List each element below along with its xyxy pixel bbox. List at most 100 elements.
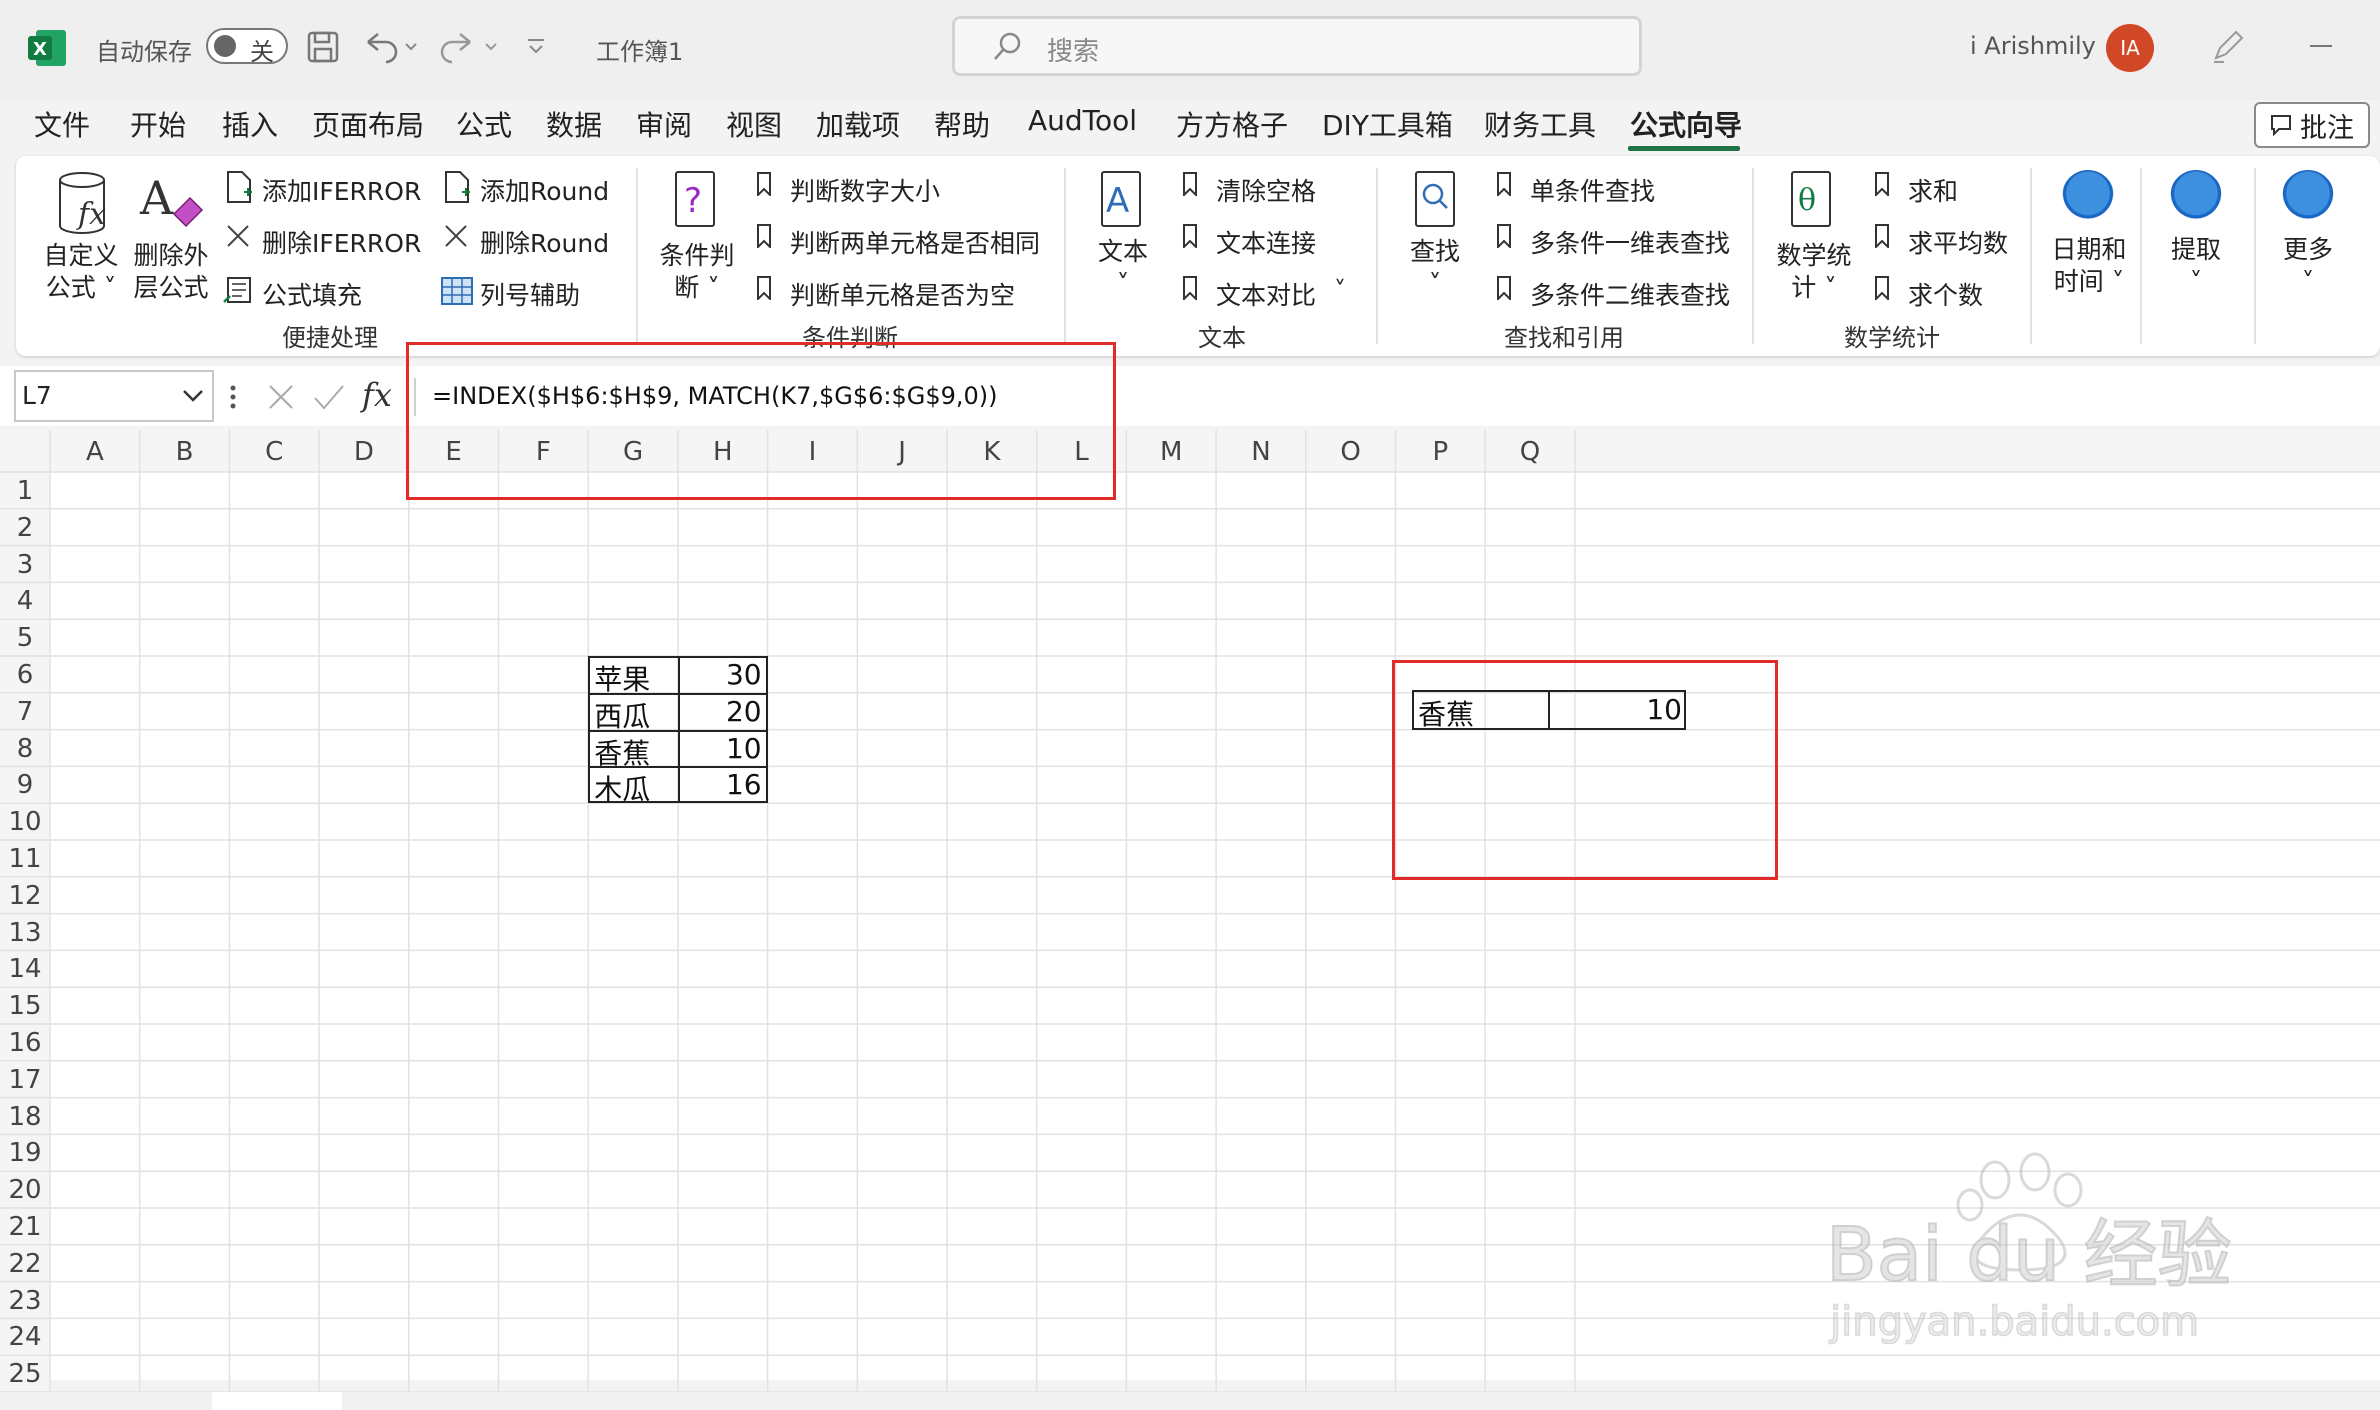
chevron-down-icon[interactable]: ˅: [1334, 276, 1346, 304]
row-header-2[interactable]: 2: [0, 513, 50, 543]
tab-audtool[interactable]: AudTool: [1028, 104, 1137, 137]
tab-file[interactable]: 文件: [34, 104, 90, 144]
row-header-9[interactable]: 9: [0, 770, 50, 800]
annotation-button[interactable]: 批注: [2254, 102, 2370, 148]
row-header-16[interactable]: 16: [0, 1028, 50, 1058]
column-header-a[interactable]: A: [50, 432, 140, 472]
table-value-cell[interactable]: 20: [682, 695, 762, 728]
formula-fill-button[interactable]: 公式填充: [262, 276, 362, 312]
extract-button[interactable]: 提取 ˅: [2160, 234, 2232, 298]
column-header-b[interactable]: B: [140, 432, 230, 472]
row-header-21[interactable]: 21: [0, 1212, 50, 1242]
column-header-o[interactable]: O: [1306, 432, 1396, 472]
tab-formulas[interactable]: 公式: [456, 104, 512, 144]
add-iferror-button[interactable]: 添加IFERROR: [262, 172, 421, 208]
remove-iferror-button[interactable]: 删除IFERROR: [262, 224, 421, 260]
customize-qat-icon[interactable]: [524, 34, 548, 58]
save-icon[interactable]: [306, 30, 340, 64]
row-header-8[interactable]: 8: [0, 734, 50, 764]
remove-round-button[interactable]: 删除Round: [480, 224, 609, 260]
condition-button[interactable]: 条件判 断 ˅: [652, 240, 742, 304]
table-value-cell[interactable]: 16: [682, 768, 762, 801]
name-box[interactable]: L7: [14, 370, 214, 422]
tab-page-layout[interactable]: 页面布局: [312, 104, 424, 144]
search-box[interactable]: 搜索: [952, 16, 1642, 76]
redo-icon[interactable]: [440, 28, 504, 64]
custom-formula-button[interactable]: 自定义 公式 ˅: [40, 240, 122, 304]
row-header-24[interactable]: 24: [0, 1322, 50, 1352]
user-avatar[interactable]: IA: [2106, 24, 2154, 72]
row-header-3[interactable]: 3: [0, 550, 50, 580]
row-header-23[interactable]: 23: [0, 1286, 50, 1316]
undo-icon[interactable]: [362, 28, 422, 64]
datetime-button[interactable]: 日期和 时间 ˅: [2044, 234, 2134, 298]
text-concat-button[interactable]: 文本连接: [1216, 224, 1316, 260]
confirm-icon[interactable]: [312, 382, 346, 412]
column-helper-button[interactable]: 列号辅助: [480, 276, 580, 312]
row-header-25[interactable]: 25: [0, 1359, 50, 1389]
row-header-6[interactable]: 6: [0, 660, 50, 690]
row-header-20[interactable]: 20: [0, 1175, 50, 1205]
tab-review[interactable]: 审阅: [636, 104, 692, 144]
compare-number-button[interactable]: 判断数字大小: [790, 172, 940, 208]
row-header-1[interactable]: 1: [0, 476, 50, 506]
column-header-p[interactable]: P: [1396, 432, 1486, 472]
more-options-icon[interactable]: [228, 382, 238, 412]
compare-cells-button[interactable]: 判断两单元格是否相同: [790, 224, 1040, 260]
cancel-icon[interactable]: [266, 382, 296, 412]
row-header-13[interactable]: 13: [0, 918, 50, 948]
cell-empty-button[interactable]: 判断单元格是否为空: [790, 276, 1015, 312]
remove-outer-formula-button[interactable]: 删除外 层公式: [128, 240, 214, 304]
pen-icon[interactable]: [2210, 28, 2246, 64]
row-header-22[interactable]: 22: [0, 1249, 50, 1279]
row-header-12[interactable]: 12: [0, 881, 50, 911]
row-header-11[interactable]: 11: [0, 844, 50, 874]
tab-view[interactable]: 视图: [726, 104, 782, 144]
tab-help[interactable]: 帮助: [934, 104, 990, 144]
autosave-toggle[interactable]: 关: [206, 28, 288, 66]
text-button[interactable]: 文本 ˅: [1088, 236, 1158, 300]
tab-fangfang[interactable]: 方方格子: [1176, 104, 1288, 144]
clear-spaces-button[interactable]: 清除空格: [1216, 172, 1316, 208]
condition-book-icon: ?: [675, 171, 715, 227]
more-button[interactable]: 更多 ˅: [2272, 234, 2344, 298]
math-stats-button[interactable]: 数学统 计 ˅: [1770, 240, 1858, 304]
tab-diy-toolbox[interactable]: DIY工具箱: [1322, 104, 1453, 144]
sum-button[interactable]: 求和: [1908, 172, 1958, 208]
row-header-19[interactable]: 19: [0, 1138, 50, 1168]
row-header-10[interactable]: 10: [0, 807, 50, 837]
average-button[interactable]: 求平均数: [1908, 224, 2008, 260]
text-compare-button[interactable]: 文本对比: [1216, 276, 1316, 312]
multi-2d-lookup-button[interactable]: 多条件二维表查找: [1530, 276, 1730, 312]
tab-addins[interactable]: 加载项: [816, 104, 900, 144]
column-header-c[interactable]: C: [229, 432, 319, 472]
table-value-cell[interactable]: 30: [682, 658, 762, 691]
column-header-d[interactable]: D: [319, 432, 409, 472]
lookup-button[interactable]: 查找 ˅: [1400, 236, 1470, 300]
insert-function-icon[interactable]: fx: [360, 376, 404, 416]
column-header-m[interactable]: M: [1126, 432, 1216, 472]
tab-insert[interactable]: 插入: [222, 104, 278, 144]
column-header-n[interactable]: N: [1216, 432, 1306, 472]
tab-home[interactable]: 开始: [130, 104, 186, 144]
sheet-tab[interactable]: [212, 1392, 342, 1410]
single-condition-lookup-button[interactable]: 单条件查找: [1530, 172, 1655, 208]
tab-finance-tools[interactable]: 财务工具: [1484, 104, 1596, 144]
tab-data[interactable]: 数据: [546, 104, 602, 144]
row-header-7[interactable]: 7: [0, 697, 50, 727]
table-value-cell[interactable]: 10: [682, 732, 762, 765]
count-button[interactable]: 求个数: [1908, 276, 1983, 312]
row-header-4[interactable]: 4: [0, 586, 50, 616]
row-header-5[interactable]: 5: [0, 623, 50, 653]
multi-1d-lookup-button[interactable]: 多条件一维表查找: [1530, 224, 1730, 260]
tab-formula-wizard[interactable]: 公式向导: [1630, 104, 1742, 144]
minimize-icon[interactable]: [2306, 34, 2336, 54]
condition-label-2: 断 ˅: [674, 273, 720, 302]
row-header-15[interactable]: 15: [0, 991, 50, 1021]
row-header-18[interactable]: 18: [0, 1102, 50, 1132]
add-round-button[interactable]: 添加Round: [480, 172, 609, 208]
column-header-q[interactable]: Q: [1485, 432, 1575, 472]
table-name-cell[interactable]: 木瓜: [594, 768, 650, 808]
row-header-14[interactable]: 14: [0, 954, 50, 984]
row-header-17[interactable]: 17: [0, 1065, 50, 1095]
